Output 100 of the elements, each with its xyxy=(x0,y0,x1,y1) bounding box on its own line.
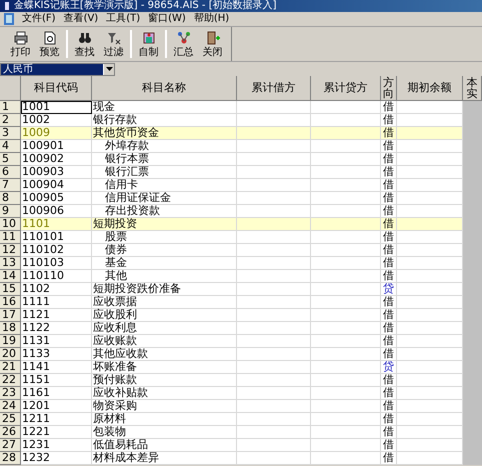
table-cell[interactable]: 借 xyxy=(381,114,397,127)
menu-item[interactable]: 工具(T) xyxy=(106,13,140,25)
table-cell[interactable]: 信用卡 xyxy=(92,179,237,192)
table-cell[interactable] xyxy=(311,322,381,335)
table-cell[interactable] xyxy=(237,153,311,166)
table-cell[interactable]: 1002 xyxy=(21,114,92,127)
table-cell[interactable] xyxy=(397,439,463,452)
table-cell[interactable]: 预付账款 xyxy=(92,374,237,387)
row-number[interactable]: 12 xyxy=(0,244,21,257)
table-cell[interactable]: 1221 xyxy=(21,426,92,439)
table-cell[interactable] xyxy=(237,179,311,192)
table-cell[interactable] xyxy=(237,192,311,205)
table-cell[interactable]: 借 xyxy=(381,374,397,387)
table-cell[interactable] xyxy=(397,244,463,257)
table-cell[interactable]: 100901 xyxy=(21,140,92,153)
table-cell[interactable]: 110103 xyxy=(21,257,92,270)
table-cell[interactable]: 借 xyxy=(381,309,397,322)
table-cell[interactable]: 贷 xyxy=(381,361,397,374)
menu-item[interactable]: 文件(F) xyxy=(22,13,56,25)
table-cell[interactable]: 贷 xyxy=(381,283,397,296)
table-cell[interactable]: 借 xyxy=(381,244,397,257)
table-cell[interactable] xyxy=(397,257,463,270)
table-cell[interactable]: 110101 xyxy=(21,231,92,244)
table-cell[interactable]: 借 xyxy=(381,231,397,244)
table-cell[interactable]: 1232 xyxy=(21,452,92,465)
table-cell[interactable]: 1009 xyxy=(21,127,92,140)
table-cell[interactable]: 低值易耗品 xyxy=(92,439,237,452)
row-number[interactable]: 21 xyxy=(0,361,21,374)
table-cell[interactable]: 借 xyxy=(381,166,397,179)
table-cell[interactable] xyxy=(311,400,381,413)
table-cell[interactable] xyxy=(311,127,381,140)
table-cell[interactable]: 1122 xyxy=(21,322,92,335)
table-cell[interactable] xyxy=(397,374,463,387)
table-cell[interactable]: 包装物 xyxy=(92,426,237,439)
row-number[interactable]: 3 xyxy=(0,127,21,140)
table-cell[interactable]: 借 xyxy=(381,322,397,335)
row-number[interactable]: 13 xyxy=(0,257,21,270)
table-cell[interactable]: 借 xyxy=(381,218,397,231)
table-cell[interactable]: 100906 xyxy=(21,205,92,218)
row-number[interactable]: 28 xyxy=(0,452,21,465)
table-cell[interactable]: 应收股利 xyxy=(92,309,237,322)
row-number[interactable]: 2 xyxy=(0,114,21,127)
table-cell[interactable] xyxy=(397,205,463,218)
row-number[interactable]: 8 xyxy=(0,192,21,205)
row-number[interactable]: 26 xyxy=(0,426,21,439)
table-cell[interactable] xyxy=(397,361,463,374)
row-number[interactable]: 18 xyxy=(0,322,21,335)
toolbar-button[interactable]: 汇总 xyxy=(169,27,198,61)
table-cell[interactable]: 存出投资款 xyxy=(92,205,237,218)
table-cell[interactable]: 1001 xyxy=(21,101,92,114)
table-cell[interactable]: 1102 xyxy=(21,283,92,296)
row-number[interactable]: 17 xyxy=(0,309,21,322)
table-cell[interactable]: 100903 xyxy=(21,166,92,179)
table-cell[interactable] xyxy=(311,114,381,127)
table-cell[interactable]: 1201 xyxy=(21,400,92,413)
table-cell[interactable]: 借 xyxy=(381,400,397,413)
toolbar-button[interactable]: 预览 xyxy=(35,27,64,61)
table-cell[interactable] xyxy=(237,309,311,322)
table-cell[interactable]: 借 xyxy=(381,153,397,166)
table-cell[interactable]: 1101 xyxy=(21,218,92,231)
table-cell[interactable]: 借 xyxy=(381,270,397,283)
row-number[interactable]: 6 xyxy=(0,166,21,179)
table-cell[interactable] xyxy=(237,322,311,335)
table-cell[interactable]: 其他应收款 xyxy=(92,348,237,361)
toolbar-button[interactable]: 查找 xyxy=(70,27,99,61)
table-cell[interactable] xyxy=(397,127,463,140)
table-cell[interactable] xyxy=(237,335,311,348)
table-cell[interactable]: 短期投资跌价准备 xyxy=(92,283,237,296)
table-cell[interactable] xyxy=(397,413,463,426)
table-cell[interactable] xyxy=(397,296,463,309)
table-cell[interactable] xyxy=(237,270,311,283)
row-number[interactable]: 25 xyxy=(0,413,21,426)
document-icon[interactable] xyxy=(4,13,14,25)
table-cell[interactable] xyxy=(237,257,311,270)
table-cell[interactable] xyxy=(311,257,381,270)
row-number[interactable]: 7 xyxy=(0,179,21,192)
table-cell[interactable] xyxy=(311,166,381,179)
table-cell[interactable]: 其他 xyxy=(92,270,237,283)
table-cell[interactable] xyxy=(237,439,311,452)
menu-item[interactable]: 窗口(W) xyxy=(148,13,186,25)
table-cell[interactable]: 外埠存款 xyxy=(92,140,237,153)
table-cell[interactable]: 1211 xyxy=(21,413,92,426)
table-cell[interactable] xyxy=(311,374,381,387)
row-number[interactable]: 1 xyxy=(0,101,21,114)
table-cell[interactable] xyxy=(311,140,381,153)
table-cell[interactable] xyxy=(237,387,311,400)
table-cell[interactable] xyxy=(237,361,311,374)
table-cell[interactable]: 1133 xyxy=(21,348,92,361)
row-number[interactable]: 4 xyxy=(0,140,21,153)
table-cell[interactable]: 应收补贴款 xyxy=(92,387,237,400)
table-cell[interactable]: 1151 xyxy=(21,374,92,387)
table-cell[interactable] xyxy=(397,387,463,400)
table-cell[interactable]: 信用证保证金 xyxy=(92,192,237,205)
table-cell[interactable]: 债券 xyxy=(92,244,237,257)
table-cell[interactable]: 其他货币资金 xyxy=(92,127,237,140)
table-cell[interactable] xyxy=(311,348,381,361)
table-cell[interactable]: 100902 xyxy=(21,153,92,166)
toolbar-button[interactable]: 关闭 xyxy=(198,27,227,61)
table-cell[interactable] xyxy=(397,309,463,322)
table-cell[interactable] xyxy=(311,244,381,257)
